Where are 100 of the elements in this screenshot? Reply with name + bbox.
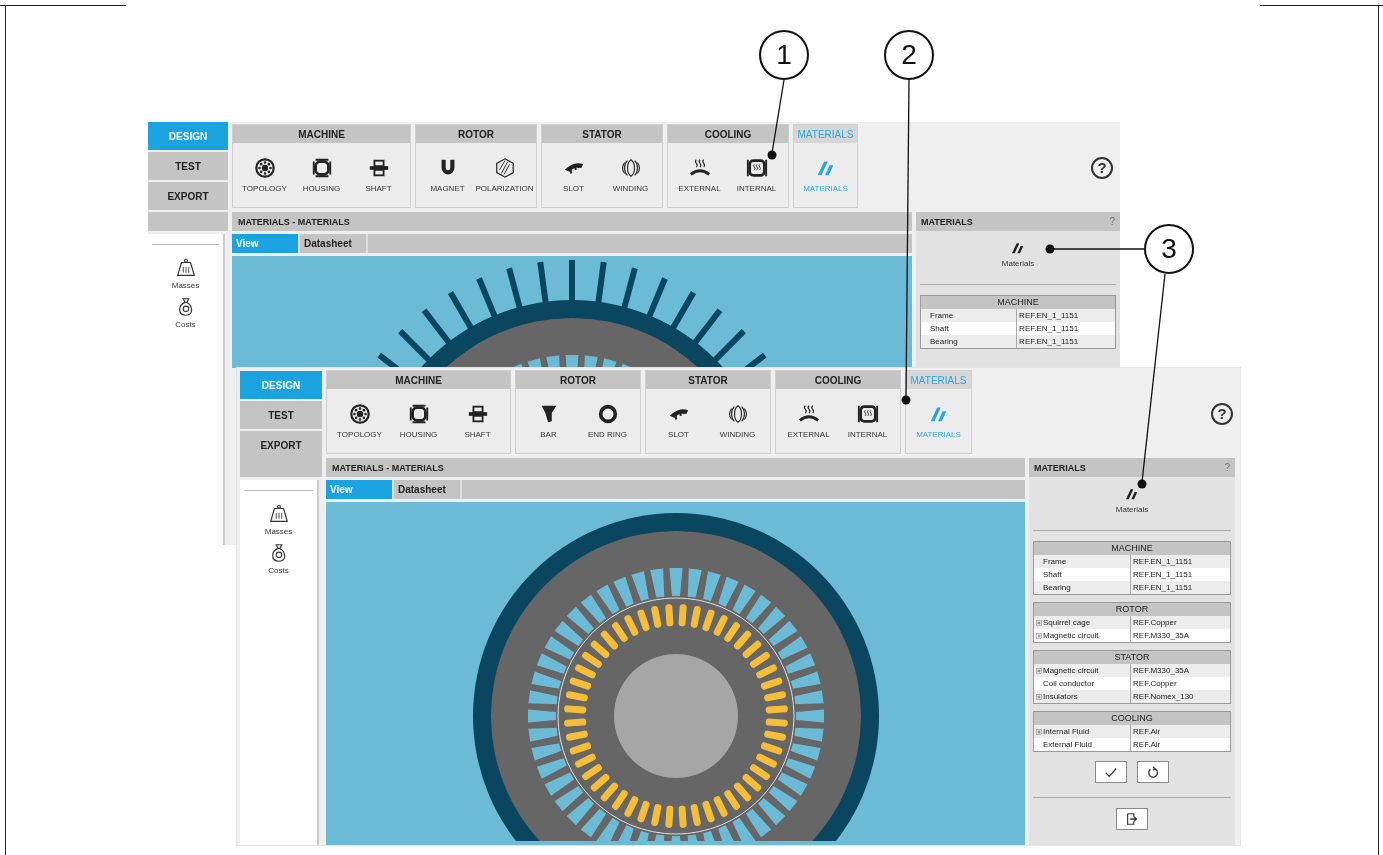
- ribbon-tool-button[interactable]: MAGNET: [419, 155, 476, 195]
- undo-icon: [1146, 765, 1160, 779]
- table-cell-text: REF.Copper: [1132, 617, 1178, 629]
- ribbon-tool-button[interactable]: POLARIZATION: [476, 155, 533, 195]
- help-button[interactable]: ?: [1091, 157, 1113, 179]
- reset-button[interactable]: [1137, 761, 1169, 783]
- shaft-icon: [466, 403, 489, 425]
- table-cell-text: REF.Air: [1132, 726, 1162, 738]
- ribbon-tool-button[interactable]: SLOT: [545, 155, 602, 195]
- ribbon-tool-button[interactable]: WINDING: [602, 155, 659, 195]
- help-button[interactable]: ?: [1211, 403, 1233, 425]
- page-title-bar: MATERIALS - MATERIALS: [232, 212, 912, 231]
- table-cell-text: Frame: [930, 310, 954, 322]
- panel-title: MATERIALS: [921, 216, 973, 227]
- table-header: COOLING: [1034, 712, 1230, 725]
- table-cell-text: REF.EN_1_1151: [1132, 569, 1194, 581]
- table-cell-text: REF.Air: [1132, 739, 1162, 751]
- ribbon-tool-button[interactable]: HOUSING: [389, 401, 448, 441]
- table-cell-text: Coil conductor: [1043, 678, 1095, 690]
- expand-icon[interactable]: [1036, 667, 1042, 674]
- ribbon-tool-button[interactable]: INTERNAL: [728, 155, 785, 195]
- rotor-disc-icon: [253, 157, 276, 179]
- panel-label: Materials: [1115, 505, 1149, 514]
- hexagon-icon: [493, 157, 516, 179]
- nav-tab[interactable]: TEST: [148, 152, 228, 180]
- check-icon: [1104, 765, 1118, 779]
- expand-icon[interactable]: [1036, 728, 1042, 735]
- ribbon-group-title: COOLING: [776, 371, 900, 389]
- panel-label: Materials: [1001, 259, 1035, 268]
- callout-number: 2: [884, 30, 934, 80]
- materials-icon: [1010, 240, 1026, 256]
- ribbon-tool-button[interactable]: INTERNAL: [838, 401, 897, 441]
- expand-icon[interactable]: [1036, 693, 1042, 700]
- housing-heat-icon: [745, 157, 768, 179]
- sidebar-label: Masses: [264, 527, 293, 536]
- table-cell-text: REF.Copper: [1132, 678, 1178, 690]
- table-cell-text: Insulators: [1043, 691, 1078, 703]
- ribbon-group-title: ROTOR: [516, 371, 640, 389]
- ribbon-group-title: MACHINE: [327, 371, 510, 389]
- expand-icon[interactable]: [1036, 619, 1042, 626]
- ribbon-tool-button[interactable]: TOPOLOGY: [236, 155, 293, 195]
- nav-tab[interactable]: EXPORT: [148, 182, 228, 210]
- ribbon-tool-button[interactable]: END RING: [578, 401, 637, 441]
- ribbon-group-title: MATERIALS: [906, 371, 971, 389]
- ribbon-tool-button[interactable]: SHAFT: [350, 155, 407, 195]
- table-cell-text: REF.M330_35A: [1132, 665, 1191, 677]
- sidebar-label: Masses: [171, 281, 200, 290]
- table-cell-text: REF.EN_1_1151: [1018, 323, 1080, 335]
- weight-icon: [267, 503, 290, 525]
- ribbon-tool-button[interactable]: BAR: [519, 401, 578, 441]
- ribbon-group-title: MACHINE: [233, 125, 410, 143]
- shaft-icon: [367, 157, 390, 179]
- panel-title: MATERIALS: [1034, 462, 1086, 473]
- table-cell-text: REF.EN_1_1151: [1018, 336, 1080, 348]
- ribbon-tool-button[interactable]: TOPOLOGY: [330, 401, 389, 441]
- table-cell-text: Bearing: [1043, 582, 1071, 594]
- table-header: STATOR: [1034, 651, 1230, 664]
- rotor-disc-icon: [348, 403, 371, 425]
- ribbon-group-title: STATOR: [646, 371, 770, 389]
- ribbon-tool-button[interactable]: HOUSING: [293, 155, 350, 195]
- callout-number: 3: [1144, 224, 1194, 274]
- ribbon-group-title: ROTOR: [416, 125, 536, 143]
- table-cell-text: Frame: [1043, 556, 1067, 568]
- sidebar-label: Costs: [175, 320, 196, 329]
- ring-icon: [596, 403, 619, 425]
- table-cell-text: REF.M330_35A: [1132, 630, 1191, 642]
- ribbon-tool-button[interactable]: SHAFT: [448, 401, 507, 441]
- table-cell-text: REF.Nomex_130: [1132, 691, 1195, 703]
- table-header: MACHINE: [1034, 542, 1230, 555]
- ribbon-tool-button[interactable]: SLOT: [649, 401, 708, 441]
- table-cell-text: Bearing: [930, 336, 958, 348]
- ribbon-tool-button[interactable]: EXTERNAL: [671, 155, 728, 195]
- ribbon-group-title: STATOR: [542, 125, 662, 143]
- coil-icon: [726, 403, 749, 425]
- callout-number: 1: [759, 30, 809, 80]
- table-cell-text: Magnetic circuit: [1043, 665, 1099, 677]
- expand-icon[interactable]: [1036, 632, 1042, 639]
- housing-icon: [310, 157, 333, 179]
- table-cell-text: Magnetic circuit: [1043, 630, 1099, 642]
- ribbon-tool-button[interactable]: EXTERNAL: [779, 401, 838, 441]
- ribbon-group-title: COOLING: [668, 125, 788, 143]
- table-cell-text: Shaft: [1043, 569, 1062, 581]
- exit-icon: [1125, 812, 1139, 826]
- nav-tab[interactable]: EXPORT: [240, 431, 322, 459]
- sidebar-label: Costs: [268, 566, 289, 575]
- nav-tab[interactable]: TEST: [240, 401, 322, 429]
- page-title-bar: MATERIALS - MATERIALS: [326, 458, 1025, 477]
- table-cell-text: REF.EN_1_1151: [1132, 556, 1194, 568]
- apply-button[interactable]: [1095, 761, 1127, 783]
- exit-button[interactable]: [1116, 808, 1148, 830]
- ribbon-group-title: MATERIALS: [794, 125, 857, 143]
- table-cell-text: External Fluid: [1043, 739, 1092, 751]
- housing-heat-icon: [856, 403, 879, 425]
- table-cell-text: Internal Fluid: [1043, 726, 1090, 738]
- ribbon-tool-button[interactable]: WINDING: [708, 401, 767, 441]
- materials-icon: [1124, 486, 1140, 502]
- table-header: MACHINE: [921, 296, 1115, 309]
- table-cell-text: REF.EN_1_1151: [1132, 582, 1194, 594]
- table-cell-text: REF.EN_1_1151: [1018, 310, 1080, 322]
- table-cell-text: Squirrel cage: [1043, 617, 1091, 629]
